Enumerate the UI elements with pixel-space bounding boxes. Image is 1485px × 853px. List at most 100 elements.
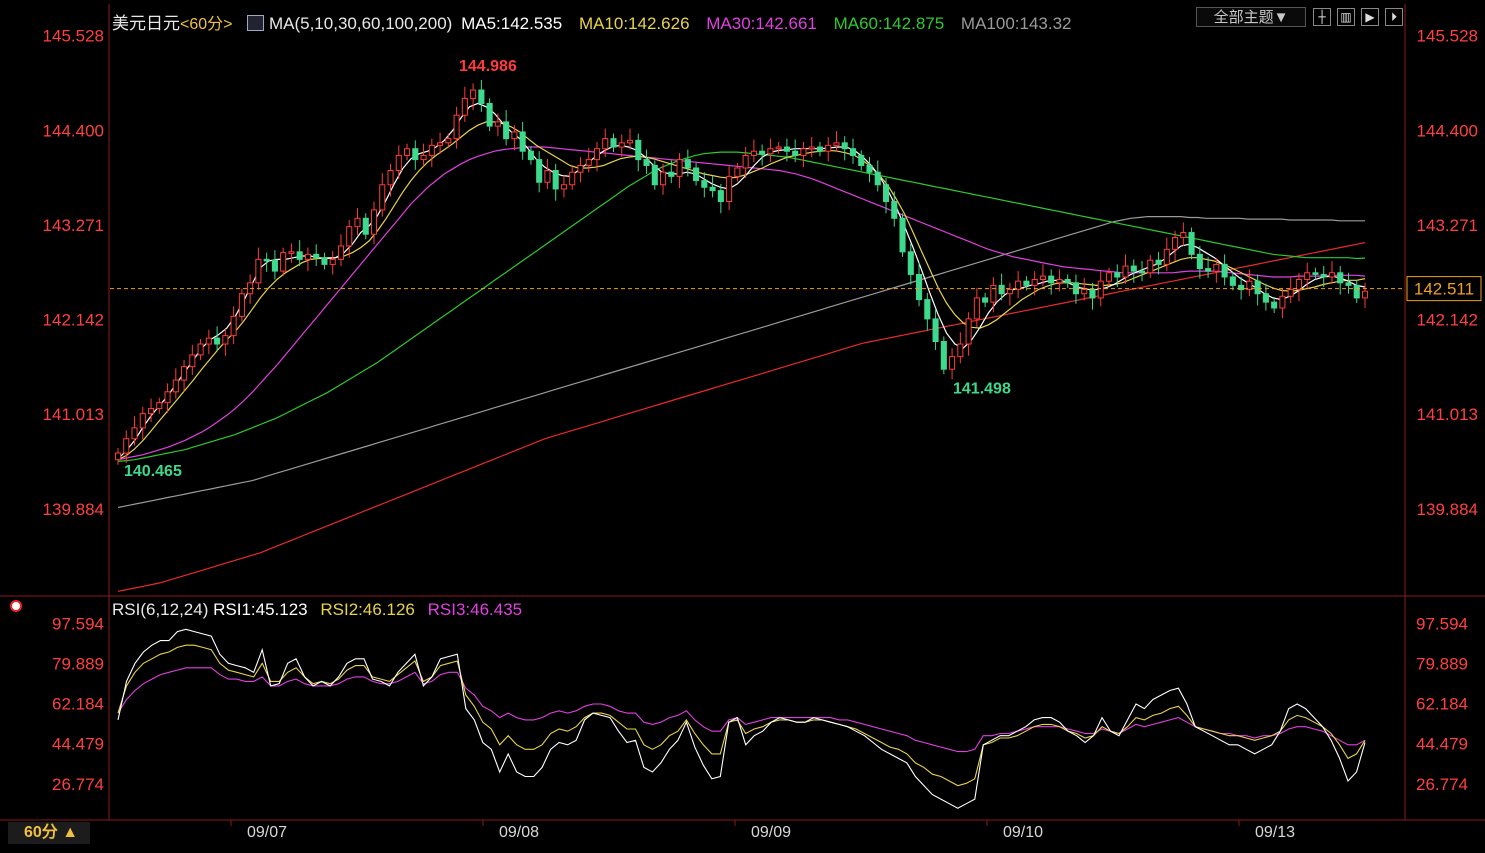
candle-body (973, 297, 980, 320)
candle (1337, 266, 1344, 295)
candle (230, 306, 237, 345)
layout-grid-icon[interactable]: ▥ (1337, 8, 1355, 26)
candle (552, 163, 559, 201)
candle-body (387, 170, 394, 186)
candle-body (734, 167, 741, 177)
candle-body (1122, 265, 1129, 278)
play-icon[interactable]: ▶ (1361, 8, 1379, 26)
candle-body (602, 138, 609, 150)
candle (1262, 283, 1269, 311)
candle (395, 145, 402, 179)
candle-body (1196, 253, 1203, 270)
candle (511, 125, 518, 151)
candle-body (205, 337, 212, 345)
candle-body (1180, 232, 1187, 239)
candle-body (337, 245, 345, 260)
candle (346, 219, 353, 258)
period-selector[interactable]: 60分 ▲ (8, 822, 90, 844)
candle-body (486, 102, 493, 127)
candle-body (1271, 301, 1278, 309)
candle-body (709, 186, 716, 192)
candle-body (1006, 289, 1013, 295)
rsi2-value: RSI2:46.126 (320, 600, 415, 619)
candle (750, 139, 757, 163)
candle-body (1163, 248, 1170, 265)
candle (181, 359, 188, 392)
candle-body (1188, 232, 1195, 255)
candle (1147, 255, 1154, 278)
candle (957, 332, 964, 364)
rsi-title: RSI(6,12,24) (112, 600, 209, 619)
candle-body (643, 159, 650, 166)
rsi-tick-right: 97.594 (1416, 614, 1468, 633)
rsi-tick-left: 44.479 (52, 735, 104, 754)
candle-body (189, 354, 196, 368)
candle-body (1262, 293, 1269, 303)
candle-body (156, 402, 163, 410)
price-tick-right: 141.013 (1417, 405, 1478, 424)
candle (1246, 269, 1253, 297)
candle (271, 250, 278, 280)
candle-body (329, 258, 336, 265)
candle-body (957, 343, 964, 358)
candle (874, 160, 881, 192)
candle-body (197, 343, 204, 356)
ma-indicator-icon[interactable] (247, 15, 265, 31)
candle (808, 136, 815, 158)
rsi-tick-right: 44.479 (1416, 735, 1468, 754)
candle (866, 157, 873, 183)
rsi1-value: RSI1:45.123 (213, 600, 308, 619)
candle-body (990, 284, 997, 303)
candle (354, 208, 361, 236)
candle (222, 328, 229, 356)
candle (288, 243, 295, 263)
candle-body (131, 427, 138, 440)
price-tick-left: 144.400 (43, 121, 104, 140)
candle-body (825, 144, 832, 152)
candle-body (1023, 280, 1030, 286)
candle-body (1254, 280, 1261, 295)
candle-body (1105, 272, 1113, 282)
chart-header: 美元日元<60分> MA(5,10,30,60,100,200) MA5:142… (112, 9, 1072, 34)
candle-body (858, 154, 865, 166)
crosshair-icon[interactable]: ┼ (1313, 8, 1331, 26)
candle-body (701, 180, 708, 188)
indicator-settings-icon[interactable] (8, 598, 26, 616)
rsi-tick-right: 26.774 (1416, 775, 1468, 794)
candle-body (899, 217, 906, 253)
candle (403, 143, 411, 161)
candle-body (1048, 275, 1055, 284)
period-tag[interactable]: <60分> (180, 16, 233, 33)
theme-select-button[interactable]: 全部主题▼ (1196, 7, 1306, 27)
candle-body (123, 438, 130, 454)
candle (486, 98, 493, 132)
current-price-label: 142.511 (1414, 280, 1474, 299)
candle-body (1081, 289, 1088, 295)
candle-body (453, 114, 460, 140)
candle (1271, 297, 1278, 314)
rsi-tick-left: 62.184 (52, 695, 104, 714)
date-label: 09/13 (1255, 824, 1295, 841)
candle (1180, 222, 1187, 246)
candle (1188, 227, 1195, 260)
candle-body (1361, 290, 1369, 299)
candle (610, 133, 617, 153)
forward-icon[interactable]: ⏵ (1385, 8, 1403, 26)
candle-body (288, 251, 295, 254)
ma60-value: MA60:142.875 (833, 14, 945, 33)
candle-body (230, 315, 237, 337)
candle-body (1147, 259, 1154, 274)
candle-body (1304, 272, 1311, 280)
candle-body (370, 209, 378, 235)
low-price-annotation: 141.498 (953, 381, 1011, 398)
candle (1279, 287, 1286, 319)
candle-body (494, 121, 501, 127)
candle-body (1279, 295, 1286, 309)
candle (1196, 245, 1203, 279)
candle (296, 240, 303, 267)
candle-body (1320, 273, 1327, 278)
candle (379, 173, 386, 217)
candle-body (296, 251, 303, 260)
candle (189, 344, 196, 376)
candle (726, 166, 733, 210)
